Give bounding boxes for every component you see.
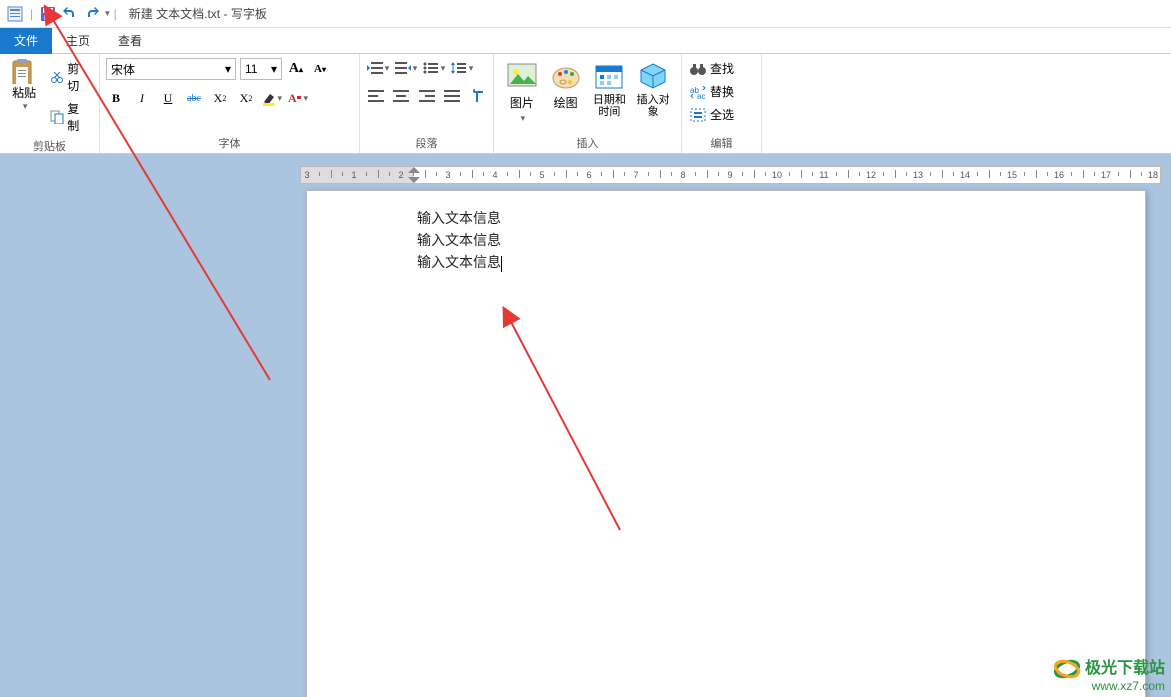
insert-object-button[interactable]: 插入对象 <box>631 58 675 133</box>
tab-bar: 文件 主页 查看 <box>0 28 1171 54</box>
tab-home[interactable]: 主页 <box>52 28 104 54</box>
group-paragraph: ▾ ▾ ▾ ▾ 段落 <box>360 54 494 153</box>
separator: | <box>30 7 33 21</box>
calendar-icon <box>593 60 625 92</box>
strike-button[interactable]: abc <box>184 88 204 108</box>
align-left-button[interactable] <box>366 86 385 106</box>
tab-file[interactable]: 文件 <box>0 28 52 54</box>
align-justify-button[interactable] <box>442 86 461 106</box>
cut-button[interactable]: 剪切 <box>46 58 93 96</box>
watermark-url: www.xz7.com <box>1053 679 1165 693</box>
bold-button[interactable]: B <box>106 88 126 108</box>
selectall-button[interactable]: 全选 <box>688 104 755 125</box>
undo-icon[interactable] <box>62 6 78 22</box>
superscript-button[interactable]: X2 <box>236 88 256 108</box>
document-page[interactable]: 输入文本信息输入文本信息输入文本信息 <box>306 190 1146 697</box>
group-font: 宋体▾ 11▾ A▴ A▾ B I U abc X2 X2 ▾ A▾ <box>100 54 360 153</box>
watermark: 极光下载站 www.xz7.com <box>1053 654 1165 693</box>
align-center-button[interactable] <box>391 86 410 106</box>
subscript-button[interactable]: X2 <box>210 88 230 108</box>
font-color-button[interactable]: A▾ <box>288 88 308 108</box>
palette-icon <box>550 60 582 92</box>
group-label: 插入 <box>500 133 675 153</box>
ruler[interactable]: 3123456789101112131415161718 <box>300 166 1161 184</box>
replace-icon: abac <box>690 85 706 99</box>
group-editing: 查找 abac 替换 全选 编辑 <box>682 54 762 153</box>
group-label: 剪贴板 <box>6 136 93 156</box>
copy-button[interactable]: 复制 <box>46 98 93 136</box>
watermark-logo: 极光下载站 <box>1053 654 1165 679</box>
separator: | <box>114 7 117 21</box>
copy-icon <box>50 110 64 124</box>
doc-name: 新建 文本文档.txt <box>129 7 220 21</box>
save-icon[interactable] <box>40 6 56 22</box>
window-title: 新建 文本文档.txt - 写字板 <box>129 5 267 22</box>
insert-datetime-button[interactable]: 日期和时间 <box>588 58 632 133</box>
group-insert: 图片▾ 绘图 日期和时间 插入对象 插入 <box>494 54 682 153</box>
replace-button[interactable]: abac 替换 <box>688 81 755 102</box>
text-cursor <box>501 256 502 272</box>
paragraph-dialog-button[interactable] <box>468 86 487 106</box>
group-label: 编辑 <box>688 133 755 153</box>
align-right-button[interactable] <box>417 86 436 106</box>
doc-line[interactable]: 输入文本信息 <box>417 209 1035 231</box>
tab-view[interactable]: 查看 <box>104 28 156 54</box>
workspace: 3123456789101112131415161718 输入文本信息输入文本信… <box>0 154 1171 697</box>
paste-button[interactable]: 粘贴 ▾ <box>6 58 42 112</box>
group-label: 段落 <box>366 133 487 153</box>
title-bar: | ▾ | 新建 文本文档.txt - 写字板 <box>0 0 1171 28</box>
grow-font-button[interactable]: A▴ <box>286 59 306 79</box>
group-clipboard: 粘贴 ▾ 剪切 复制 剪贴板 <box>0 54 100 153</box>
group-label: 字体 <box>106 133 353 153</box>
insert-paint-button[interactable]: 绘图 <box>544 58 588 133</box>
scissors-icon <box>50 70 64 84</box>
find-button[interactable]: 查找 <box>688 58 755 79</box>
picture-icon <box>506 60 538 92</box>
ribbon: 粘贴 ▾ 剪切 复制 剪贴板 宋体▾ <box>0 54 1171 154</box>
app-icon <box>7 6 23 22</box>
object-icon <box>637 60 669 92</box>
bullets-button[interactable]: ▾ <box>422 58 446 78</box>
qa-dropdown-icon[interactable]: ▾ <box>105 8 110 19</box>
svg-text:ac: ac <box>697 92 705 99</box>
insert-picture-button[interactable]: 图片▾ <box>500 58 544 133</box>
doc-line[interactable]: 输入文本信息 <box>417 253 1035 275</box>
app-name: 写字板 <box>231 7 267 21</box>
outdent-button[interactable]: ▾ <box>366 58 390 78</box>
binoculars-icon <box>690 62 706 76</box>
underline-button[interactable]: U <box>158 88 178 108</box>
doc-line[interactable]: 输入文本信息 <box>417 231 1035 253</box>
selectall-icon <box>690 108 706 122</box>
font-name-select[interactable]: 宋体▾ <box>106 58 236 80</box>
highlight-button[interactable]: ▾ <box>262 88 282 108</box>
shrink-font-button[interactable]: A▾ <box>310 59 330 79</box>
line-spacing-button[interactable]: ▾ <box>450 58 474 78</box>
indent-button[interactable]: ▾ <box>394 58 418 78</box>
font-size-select[interactable]: 11▾ <box>240 58 282 80</box>
italic-button[interactable]: I <box>132 88 152 108</box>
redo-icon[interactable] <box>84 6 100 22</box>
